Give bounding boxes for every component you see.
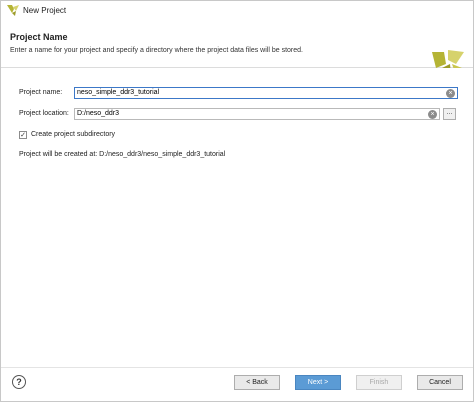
window-title: New Project [23, 6, 67, 15]
project-name-input[interactable]: neso_simple_ddr3_tutorial [74, 87, 458, 99]
check-icon: ✓ [20, 132, 26, 139]
back-button[interactable]: < Back [234, 375, 280, 390]
page-header: Project Name Enter a name for your proje… [1, 20, 473, 84]
clear-icon[interactable]: × [446, 89, 455, 98]
vivado-logo-icon [7, 5, 19, 16]
next-button[interactable]: Next > [295, 375, 341, 390]
project-path-result: Project will be created at: D:/neso_ddr3… [19, 151, 226, 158]
project-name-value: neso_simple_ddr3_tutorial [77, 89, 160, 96]
cancel-button[interactable]: Cancel [417, 375, 463, 390]
clear-icon[interactable]: × [428, 110, 437, 119]
title-bar: New Project [1, 1, 473, 20]
page-title: Project Name [10, 32, 68, 42]
browse-button[interactable]: ... [443, 108, 456, 120]
project-location-value: D:/neso_ddr3 [77, 110, 120, 117]
new-project-window: New Project Project Name Enter a name fo… [0, 0, 474, 402]
project-location-label: Project location: [19, 110, 69, 117]
finish-button[interactable]: Finish [356, 375, 402, 390]
create-subdirectory-checkbox[interactable]: ✓ [19, 131, 27, 139]
page-description: Enter a name for your project and specif… [10, 47, 303, 54]
help-icon[interactable]: ? [12, 375, 26, 389]
footer-divider [1, 367, 473, 368]
project-location-input[interactable]: D:/neso_ddr3 [74, 108, 440, 120]
create-subdirectory-label: Create project subdirectory [31, 131, 116, 138]
project-name-label: Project name: [19, 89, 63, 96]
content-area: Project name: neso_simple_ddr3_tutorial … [1, 68, 473, 368]
